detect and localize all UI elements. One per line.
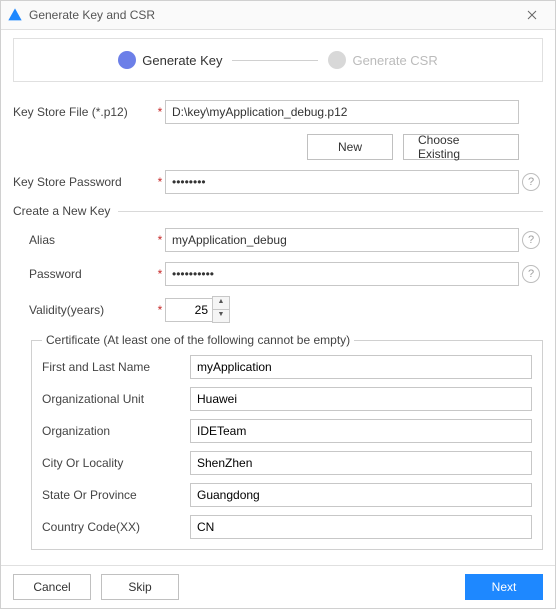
row-country: Country Code(XX) [42, 515, 532, 539]
input-keystore-file[interactable] [165, 100, 519, 124]
row-keystore-buttons: New Choose Existing [13, 134, 543, 160]
label-city: City Or Locality [42, 456, 190, 470]
title-bar: Generate Key and CSR [1, 1, 555, 30]
next-button[interactable]: Next [465, 574, 543, 600]
close-button[interactable] [515, 1, 549, 29]
new-button[interactable]: New [307, 134, 393, 160]
row-state: State Or Province [42, 483, 532, 507]
label-keystore-file: Key Store File (*.p12) [13, 105, 155, 119]
certificate-fieldset: Certificate (At least one of the followi… [31, 333, 543, 550]
label-state: State Or Province [42, 488, 190, 502]
step-label: Generate CSR [352, 53, 437, 68]
row-org-unit: Organizational Unit [42, 387, 532, 411]
label-alias: Alias [13, 233, 155, 247]
help-icon[interactable]: ? [522, 265, 540, 283]
input-key-password[interactable] [165, 262, 519, 286]
input-first-last[interactable] [190, 355, 532, 379]
step-generate-key: Generate Key [118, 51, 222, 69]
input-alias[interactable] [165, 228, 519, 252]
input-country[interactable] [190, 515, 532, 539]
row-alias: Alias * ? [13, 228, 543, 252]
input-city[interactable] [190, 451, 532, 475]
input-state[interactable] [190, 483, 532, 507]
required-marker: * [155, 233, 165, 247]
row-validity: Validity(years) * ▲ ▼ [13, 296, 543, 323]
app-icon [7, 7, 23, 23]
input-org[interactable] [190, 419, 532, 443]
required-marker: * [155, 105, 165, 119]
label-validity: Validity(years) [13, 303, 155, 317]
row-city: City Or Locality [42, 451, 532, 475]
skip-button[interactable]: Skip [101, 574, 179, 600]
required-marker: * [155, 303, 165, 317]
choose-existing-button[interactable]: Choose Existing [403, 134, 519, 160]
required-marker: * [155, 267, 165, 281]
section-create-key: Create a New Key [13, 204, 543, 218]
required-marker: * [155, 175, 165, 189]
step-connector [232, 60, 318, 61]
row-org: Organization [42, 419, 532, 443]
spinner-down-button[interactable]: ▼ [212, 309, 230, 323]
row-keystore-file: Key Store File (*.p12) * [13, 100, 543, 124]
row-keystore-password: Key Store Password * ? [13, 170, 543, 194]
row-first-last: First and Last Name [42, 355, 532, 379]
label-country: Country Code(XX) [42, 520, 190, 534]
label-org: Organization [42, 424, 190, 438]
step-generate-csr: Generate CSR [328, 51, 437, 69]
window-title: Generate Key and CSR [29, 8, 515, 22]
help-icon[interactable]: ? [522, 231, 540, 249]
label-keystore-password: Key Store Password [13, 175, 155, 189]
spinner-up-button[interactable]: ▲ [212, 296, 230, 309]
content-area: Generate Key Generate CSR Key Store File… [1, 30, 555, 565]
input-validity[interactable] [165, 298, 213, 322]
footer-bar: Cancel Skip Next [1, 565, 555, 608]
close-icon [527, 10, 537, 20]
stepper: Generate Key Generate CSR [13, 38, 543, 82]
dialog-window: Generate Key and CSR Generate Key Genera… [0, 0, 556, 609]
cancel-button[interactable]: Cancel [13, 574, 91, 600]
row-key-password: Password * ? [13, 262, 543, 286]
validity-spinner: ▲ ▼ [165, 296, 230, 323]
step-inactive-icon [328, 51, 346, 69]
certificate-legend: Certificate (At least one of the followi… [42, 333, 354, 347]
label-key-password: Password [13, 267, 155, 281]
input-org-unit[interactable] [190, 387, 532, 411]
section-heading: Create a New Key [13, 204, 110, 218]
step-label: Generate Key [142, 53, 222, 68]
label-org-unit: Organizational Unit [42, 392, 190, 406]
help-icon[interactable]: ? [522, 173, 540, 191]
step-active-icon [118, 51, 136, 69]
divider [118, 211, 543, 212]
label-first-last: First and Last Name [42, 360, 190, 374]
input-keystore-password[interactable] [165, 170, 519, 194]
